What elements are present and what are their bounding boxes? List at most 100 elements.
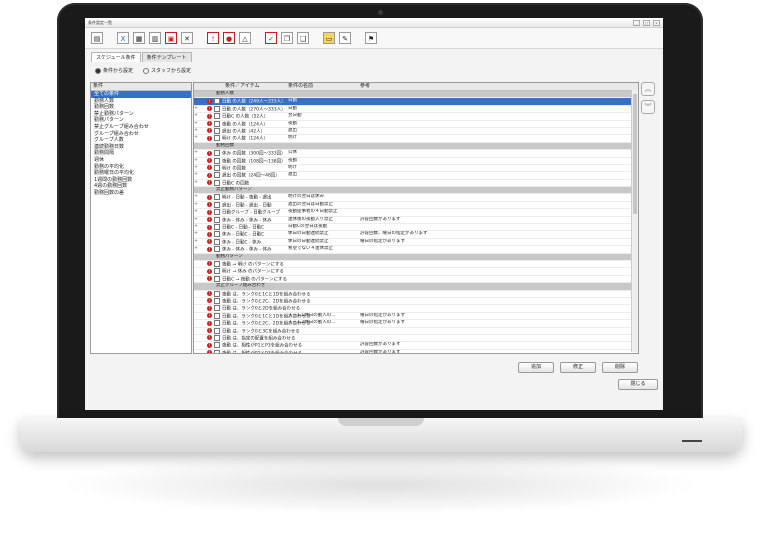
table-row[interactable]: ! 夜勤 は、ランク0と1Cと1Dを組み合わせる	[194, 290, 638, 298]
row-checkbox[interactable]	[214, 201, 220, 208]
table-row[interactable]: ! 日勤 は、ランク0と3Cを組み合わせる	[194, 327, 638, 335]
expand-icon[interactable]: +	[194, 98, 198, 104]
column-header-name[interactable]: 条件の名前	[288, 83, 360, 90]
check-icon[interactable]: ✓	[265, 32, 277, 44]
row-checkbox[interactable]	[214, 172, 220, 179]
table-row[interactable]: ! 夜勤 は、相性がP1とP3を組み合わせる 許容回数があります	[194, 342, 638, 350]
expand-icon[interactable]: +	[194, 231, 198, 237]
move-down-icon[interactable]: ︾	[641, 100, 655, 114]
list-item[interactable]: 禁止グループ組み合わせ	[91, 124, 191, 131]
table-row[interactable]: ! 夜勤 → 明け のパターンにする	[194, 260, 638, 269]
section-row[interactable]: 禁止勤務パターン	[194, 187, 638, 195]
row-checkbox[interactable]	[214, 113, 220, 120]
section-row[interactable]: 禁止グループ組み合わせ	[194, 283, 638, 291]
table-row[interactable]: +! 休み - 休み - 休み - 休み 連休後の夜勤入り禁止 許容回数があります	[194, 216, 638, 225]
edit-button[interactable]: 修正	[560, 362, 596, 373]
expand-icon[interactable]: +	[194, 113, 198, 119]
table-row[interactable]: +! 日勤C - 日勤 - 日勤C 日勤Cの翌日は夜勤	[194, 224, 638, 232]
row-checkbox[interactable]	[214, 179, 220, 186]
table-row[interactable]: +! 遅出 の人数（42人） 遅出	[194, 127, 638, 136]
table-row[interactable]: +! 夜勤 の人数（124人） 夜勤	[194, 120, 638, 128]
table-row[interactable]: ! 日勤 は、ランク0と2C、2Dを組み合わせる チーム2休日の勤人の... 曜日の指…	[194, 320, 638, 328]
expand-icon[interactable]: +	[194, 158, 198, 164]
table-row[interactable]: +! 休み - 日勤C - 日勤C 休日の日勤連続禁止 許容回数、曜日の指定があります	[194, 231, 638, 239]
list-item[interactable]: 勤務回数の差	[91, 190, 191, 197]
expand-icon[interactable]: +	[194, 224, 198, 230]
row-checkbox[interactable]	[214, 305, 220, 312]
row-checkbox[interactable]	[214, 342, 220, 349]
row-checkbox[interactable]	[214, 157, 220, 164]
section-row[interactable]: 勤務人数	[194, 91, 638, 99]
expand-icon[interactable]: +	[194, 121, 198, 127]
expand-icon[interactable]: +	[194, 180, 198, 186]
scrollbar-thumb[interactable]	[633, 94, 637, 214]
table-row[interactable]: +! 明け の人数（124人） 明け	[194, 135, 638, 143]
list-item[interactable]: 全ての条件	[91, 91, 191, 98]
row-checkbox[interactable]	[214, 238, 220, 245]
section-row[interactable]: 勤務回数	[194, 142, 638, 151]
table-row[interactable]: +! 休み の回数（300回〜333回） 公休	[194, 150, 638, 158]
row-checkbox[interactable]	[214, 209, 220, 216]
list-item[interactable]: 勤務回数	[91, 104, 191, 111]
table-icon[interactable]: ▦	[133, 32, 145, 44]
table-row[interactable]: ! 夜勤 は、相性がP2とP3を組み合わせる 許容回数があります	[194, 349, 638, 353]
row-checkbox[interactable]	[214, 290, 220, 297]
list-item[interactable]: 勤務曜日の平均化	[91, 170, 191, 177]
expand-icon[interactable]: +	[194, 172, 198, 178]
row-checkbox[interactable]	[214, 150, 220, 157]
row-checkbox[interactable]	[214, 297, 220, 304]
table-row[interactable]: +! 日勤グループ - 日勤グループ 夜勤従事者の４日勤禁止	[194, 209, 638, 217]
table-row[interactable]: ! 日勤 は、ランク0と1Cと1Dを組み合わせる チーム1休日の勤人の... 曜日の指…	[194, 312, 638, 321]
stop-icon[interactable]: ●	[223, 32, 235, 44]
table-row[interactable]: +! 夜勤 の回数（108回〜138回） 夜勤	[194, 157, 638, 165]
calendar-icon[interactable]: ▣	[165, 32, 177, 44]
warning-icon[interactable]: △	[239, 32, 251, 44]
table-row[interactable]: ! 明け → 休み のパターンにする	[194, 268, 638, 276]
table-row[interactable]: ! 日勤 は、ランク0と2Dを組み合わせる	[194, 305, 638, 313]
table-row[interactable]: +! 明け の回数 明け	[194, 164, 638, 173]
expand-icon[interactable]: +	[194, 165, 198, 171]
expand-icon[interactable]: +	[194, 150, 198, 156]
row-checkbox[interactable]	[214, 275, 220, 282]
move-up-icon[interactable]: ︽	[641, 82, 655, 96]
row-checkbox[interactable]	[214, 246, 220, 253]
list-item[interactable]: グループ人数	[91, 137, 191, 144]
print-icon[interactable]: ▤	[91, 32, 103, 44]
grid-icon[interactable]: ▥	[149, 32, 161, 44]
error-icon[interactable]: !	[207, 32, 219, 44]
table-row[interactable]: +! 日勤 の人数（249人〜333人） 日勤	[194, 98, 638, 106]
table-row[interactable]: +! 日勤C の回数	[194, 179, 638, 188]
table-row[interactable]: ! 日勤 は、指定の配置を組み合わせる	[194, 334, 638, 343]
flag-icon[interactable]: ⚑	[365, 32, 377, 44]
table-row[interactable]: +! 明け - 日勤 - 夜勤 - 遅出 明けの翌日は休み	[194, 194, 638, 202]
row-checkbox[interactable]	[214, 135, 220, 142]
list-item[interactable]: 週休	[91, 157, 191, 164]
expand-icon[interactable]: +	[194, 194, 198, 200]
expand-icon[interactable]: +	[194, 135, 198, 141]
expand-icon[interactable]: +	[194, 106, 198, 112]
list-item[interactable]: 勤務パターン	[91, 117, 191, 124]
folder-icon[interactable]: ▭	[323, 32, 335, 44]
clear-icon[interactable]: ✕	[181, 32, 193, 44]
row-checkbox[interactable]	[214, 98, 220, 105]
expand-icon[interactable]: +	[194, 128, 198, 134]
row-checkbox[interactable]	[214, 105, 220, 112]
table-row[interactable]: +! 休み - 日勤C - 休み 休日の日勤連続禁止 曜日の指定があります	[194, 238, 638, 247]
row-checkbox[interactable]	[214, 260, 220, 267]
table-row[interactable]: +! 日勤C の人数（52人） 翌日勤	[194, 113, 638, 121]
row-checkbox[interactable]	[214, 127, 220, 134]
copy-icon[interactable]: ❐	[281, 32, 293, 44]
row-checkbox[interactable]	[214, 334, 220, 341]
row-checkbox[interactable]	[214, 164, 220, 171]
excel-icon[interactable]: X	[117, 32, 129, 44]
table-row[interactable]: +! 遅出 の回数（24回〜48回） 遅出	[194, 172, 638, 180]
tab-schedule-conditions[interactable]: スケジュール条件	[91, 52, 141, 62]
expand-icon[interactable]: +	[194, 202, 198, 208]
minimize-button[interactable]: _	[633, 19, 640, 26]
column-header-ref[interactable]: 参考	[360, 83, 638, 90]
expand-icon[interactable]: +	[194, 217, 198, 223]
row-checkbox[interactable]	[214, 216, 220, 223]
expand-icon[interactable]: +	[194, 209, 198, 215]
row-checkbox[interactable]	[214, 327, 220, 334]
section-row[interactable]: 勤務パターン	[194, 253, 638, 261]
